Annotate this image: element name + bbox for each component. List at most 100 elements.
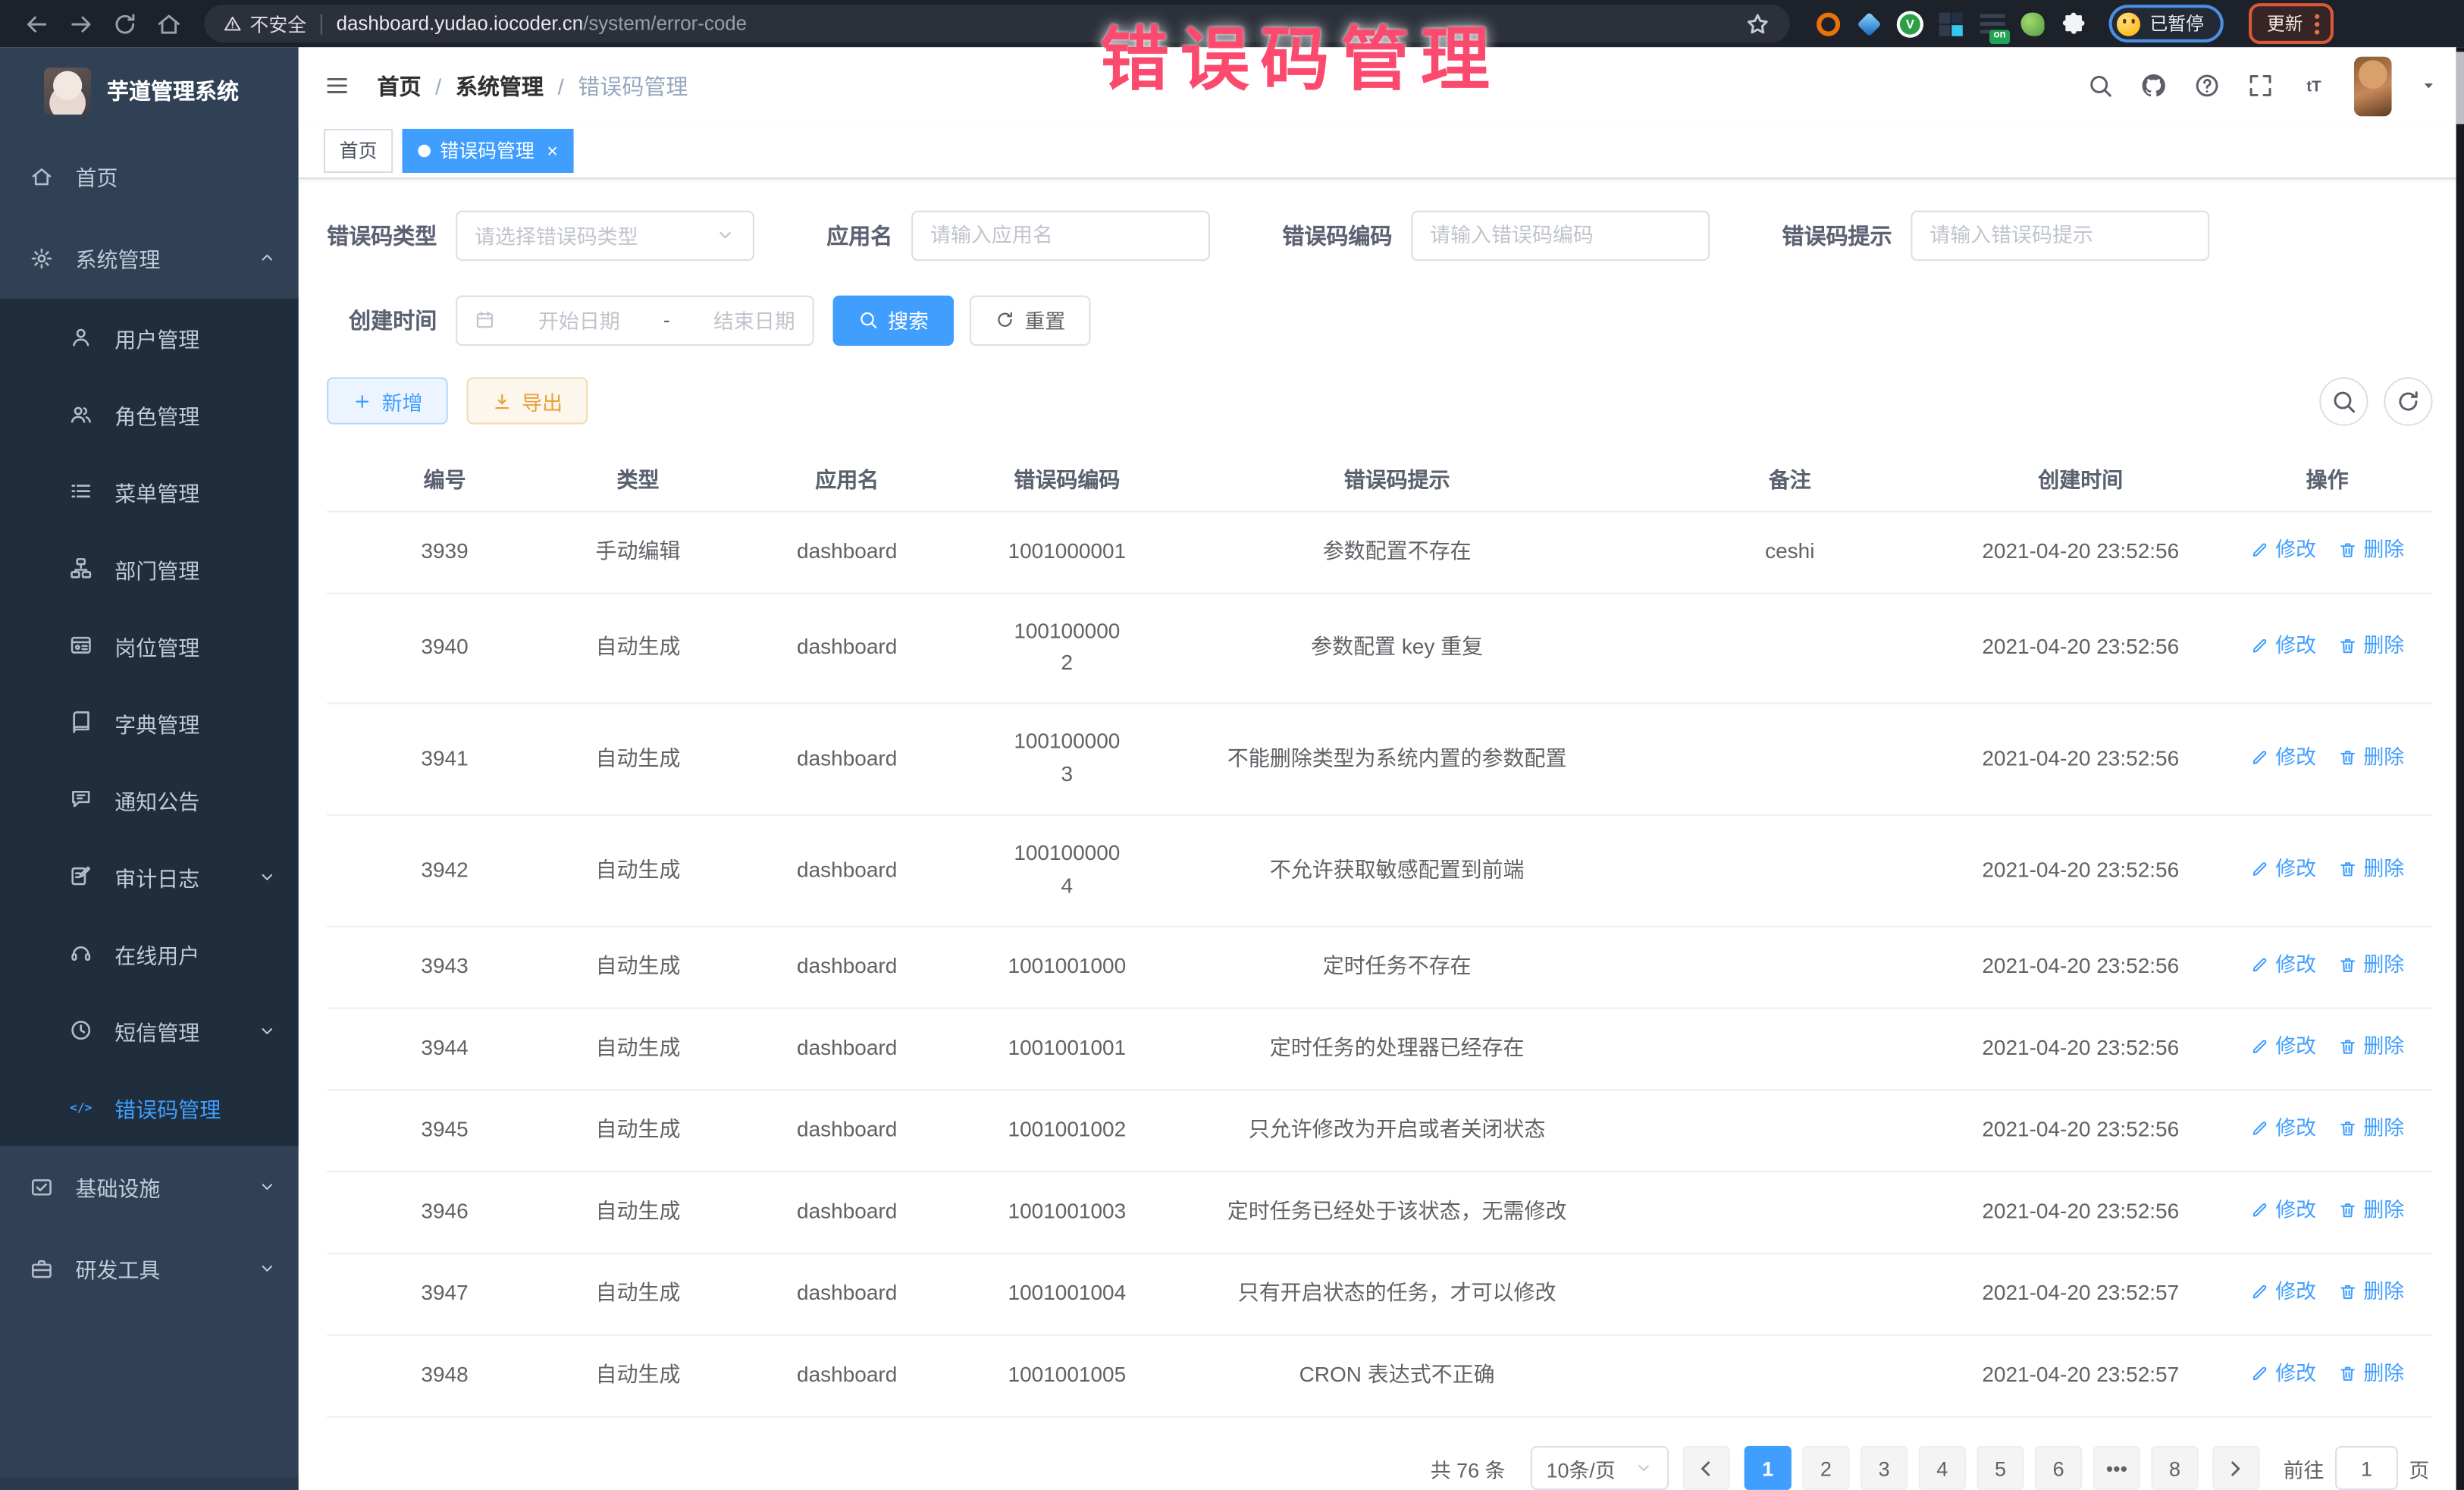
edit-link[interactable]: 修改 [2250,534,2316,566]
edit-link[interactable]: 修改 [2250,1276,2316,1308]
scrollbar-thumb[interactable] [2456,52,2464,124]
sidebar-item[interactable]: 短信管理 [0,992,299,1069]
extension-list-icon[interactable]: on [1979,10,2005,36]
sidebar-item[interactable]: 菜单管理 [0,453,299,530]
table-body: 3939手动编辑dashboard1001000001参数配置不存在ceshi2… [327,511,2432,1417]
browser-reload-icon[interactable] [104,3,145,44]
edit-link[interactable]: 修改 [2250,1031,2316,1063]
delete-link[interactable]: 删除 [2338,630,2404,662]
sidebar-item[interactable]: 审计日志 [0,838,299,915]
sidebar-menu: 首页系统管理用户管理角色管理菜单管理部门管理岗位管理字典管理通知公告审计日志在线… [0,135,299,1309]
extension-green-v-icon[interactable]: V [1897,10,1923,36]
delete-link[interactable]: 删除 [2338,534,2404,566]
edit-link[interactable]: 修改 [2250,1194,2316,1226]
delete-link[interactable]: 删除 [2338,1358,2404,1390]
avatar-caret-down-icon[interactable] [2419,76,2439,96]
address-bar[interactable]: 不安全 dashboard.yudao.iocoder.cn/system/er… [204,5,1789,42]
edit-link[interactable]: 修改 [2250,742,2316,773]
sidebar-item[interactable]: 研发工具 [0,1228,299,1310]
search-button[interactable]: 搜索 [833,295,955,345]
extensions-puzzle-icon[interactable] [2060,10,2086,36]
delete-link[interactable]: 删除 [2338,1276,2404,1308]
update-browser-button[interactable]: 更新 [2248,3,2333,44]
paused-extension-chip[interactable]: 已暂停 [2109,5,2223,42]
sidebar-item[interactable]: 在线用户 [0,914,299,992]
sidebar-item[interactable]: 系统管理 [0,217,299,299]
next-page-button[interactable] [2212,1446,2259,1490]
sidebar-item[interactable]: </>错误码管理 [0,1068,299,1146]
sidebar-collapse-bar[interactable] [0,1477,299,1490]
sidebar-item[interactable]: 首页 [0,135,299,217]
prev-page-button[interactable] [1683,1446,1730,1490]
cell-message: 参数配置不存在 [1153,511,1641,593]
delete-link[interactable]: 删除 [2338,1113,2404,1145]
breadcrumb-system[interactable]: 系统管理 [456,70,544,101]
hamburger-icon[interactable] [324,73,350,99]
page-button[interactable]: 6 [2035,1446,2082,1490]
bookmark-star-icon[interactable] [1745,10,1771,36]
extension-grid-icon[interactable] [1938,10,1964,36]
users-icon [69,403,92,426]
edit-link[interactable]: 修改 [2250,630,2316,662]
delete-link[interactable]: 删除 [2338,742,2404,773]
page-button[interactable]: 4 [1919,1446,1966,1490]
header-search-icon[interactable] [2087,73,2114,99]
delete-link[interactable]: 删除 [2338,853,2404,885]
page-button[interactable]: 1 [1745,1446,1792,1490]
page-size-select[interactable]: 10条/页 [1531,1446,1669,1490]
extension-key-icon[interactable] [2019,10,2045,36]
breadcrumb-home[interactable]: 首页 [377,70,421,101]
browser-forward-icon[interactable] [60,3,101,44]
help-icon[interactable] [2193,73,2220,99]
github-icon[interactable] [2140,73,2167,99]
sidebar-item[interactable]: 部门管理 [0,529,299,607]
cell-app: dashboard [713,511,980,593]
fullscreen-icon[interactable] [2247,73,2274,99]
page-button[interactable]: 3 [1861,1446,1908,1490]
date-range-picker[interactable]: 开始日期 - 结束日期 [456,295,814,345]
reset-button[interactable]: 重置 [970,295,1091,345]
error-code-input[interactable] [1411,210,1710,260]
page-button[interactable]: 8 [2151,1446,2198,1490]
browser-back-icon[interactable] [16,3,57,44]
page-button[interactable]: 5 [1977,1446,2024,1490]
app-logo[interactable]: 芋道管理系统 [0,47,299,135]
sidebar-item[interactable]: 基础设施 [0,1146,299,1228]
edit-link[interactable]: 修改 [2250,949,2316,981]
sidebar-item[interactable]: 字典管理 [0,684,299,761]
sidebar-item[interactable]: 通知公告 [0,761,299,838]
kebab-menu-icon[interactable] [2314,14,2318,34]
edit-link[interactable]: 修改 [2250,853,2316,885]
not-secure-warning[interactable]: 不安全 [223,10,306,36]
delete-link[interactable]: 删除 [2338,949,2404,981]
delete-link[interactable]: 删除 [2338,1194,2404,1226]
page-button[interactable]: 2 [1802,1446,1849,1490]
sidebar-item[interactable]: 角色管理 [0,375,299,453]
sidebar-item[interactable]: 岗位管理 [0,607,299,684]
browser-home-icon[interactable] [148,3,189,44]
column-header: 错误码编码 [980,444,1153,511]
tab-item[interactable]: 首页 [324,129,393,173]
extension-gem-icon[interactable] [1856,10,1882,36]
close-icon[interactable]: × [547,140,558,162]
edit-pencil-icon [2250,1283,2269,1302]
export-button[interactable]: 导出 [467,378,588,425]
edit-link[interactable]: 修改 [2250,1113,2316,1145]
error-hint-input[interactable] [1911,210,2209,260]
sidebar-item[interactable]: 用户管理 [0,299,299,376]
goto-page-input[interactable] [2335,1446,2398,1490]
error-type-select[interactable]: 请选择错误码类型 [456,210,754,260]
scrollbar[interactable] [2456,47,2464,1490]
user-avatar[interactable] [2354,56,2392,116]
toggle-search-button[interactable] [2319,377,2368,425]
more-pages-button[interactable]: ••• [2093,1446,2140,1490]
tab-active[interactable]: 错误码管理× [403,129,574,173]
delete-link[interactable]: 删除 [2338,1031,2404,1063]
font-size-icon[interactable]: tT [2300,73,2327,99]
sidebar-item-label: 通知公告 [114,783,276,814]
extension-orange-icon[interactable] [1815,10,1842,36]
edit-link[interactable]: 修改 [2250,1358,2316,1390]
refresh-table-button[interactable] [2384,377,2432,425]
app-name-input[interactable] [911,210,1210,260]
add-button[interactable]: 新增 [327,378,448,425]
